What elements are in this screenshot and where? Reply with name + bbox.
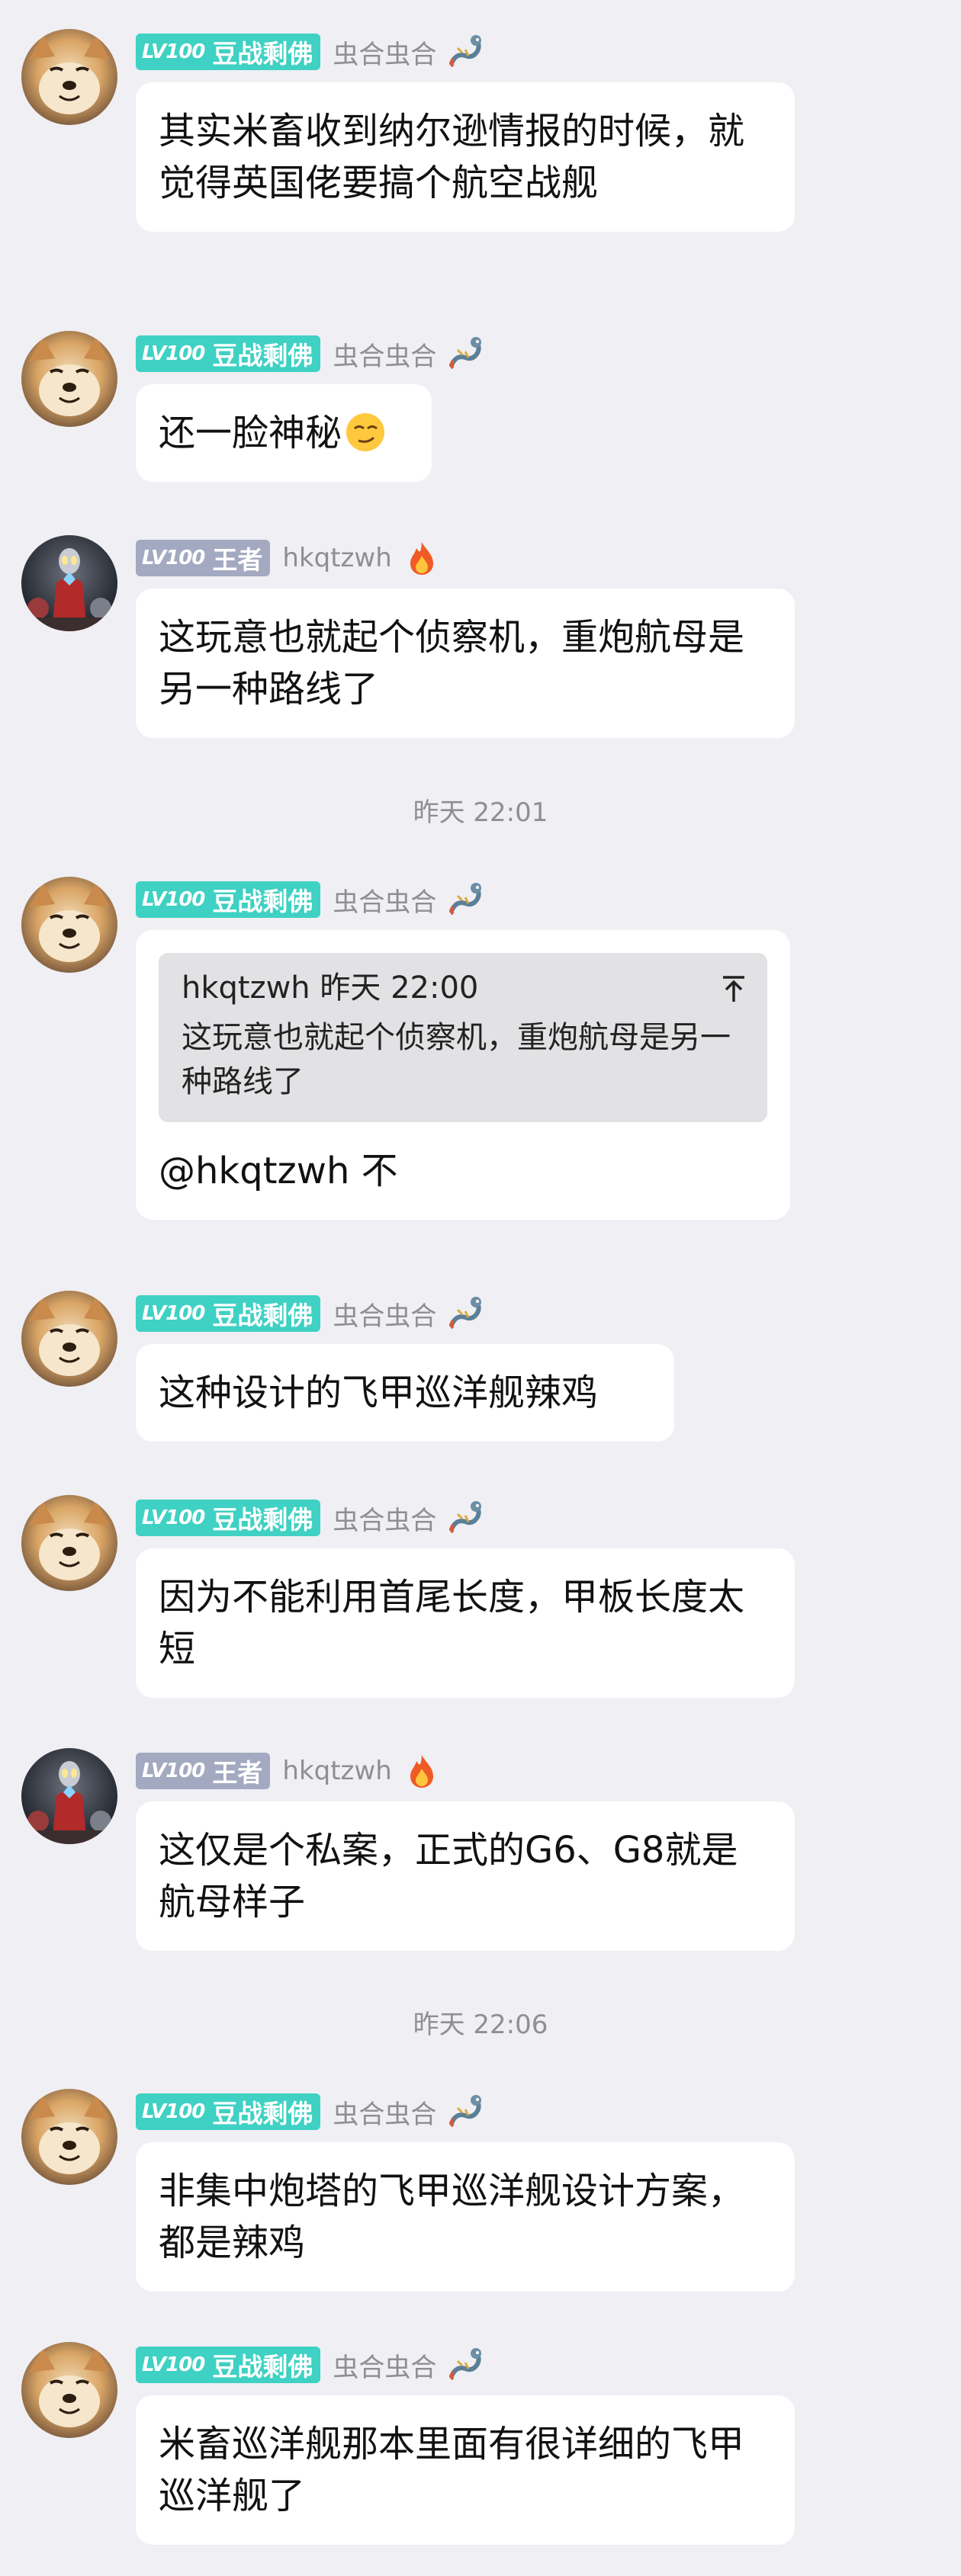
member-title: 王者 — [212, 545, 263, 575]
member-title: 豆战剩佛 — [212, 39, 313, 69]
message-bubble[interactable]: 米畜巡洋舰那本里面有很详细的飞甲巡洋舰了 — [136, 2395, 795, 2545]
sender-nickname[interactable]: 虫合虫合 — [333, 34, 436, 71]
message-bubble[interactable]: 因为不能利用首尾长度，甲板长度太短 — [136, 1548, 795, 1698]
level-badge: LV100 豆战剩佛 — [136, 2093, 321, 2130]
member-title: 豆战剩佛 — [212, 1301, 313, 1330]
sender-nickname[interactable]: 虫合虫合 — [333, 335, 436, 373]
message-bubble[interactable]: 还一脸神秘 — [136, 384, 432, 482]
quote-header: hkqtzwh 昨天 22:00 — [182, 967, 744, 1009]
sender-meta: LV100 豆战剩佛 虫合虫合 — [136, 2346, 485, 2384]
dragon-icon — [447, 33, 485, 71]
quote-author: hkqtzwh — [182, 970, 310, 1006]
sender-meta: LV100 豆战剩佛 虫合虫合 — [136, 1294, 485, 1333]
sender-nickname[interactable]: 虫合虫合 — [333, 881, 436, 919]
message-bubble[interactable]: 这玩意也就起个侦察机，重炮航母是另一种路线了 — [136, 589, 795, 738]
timestamp-divider: 昨天 22:06 — [413, 2010, 548, 2040]
sender-meta: LV100 豆战剩佛 虫合虫合 — [136, 881, 485, 919]
sender-nickname[interactable]: 虫合虫合 — [333, 1295, 436, 1333]
avatar[interactable] — [21, 2089, 117, 2185]
scroll-to-quote-icon[interactable] — [720, 973, 747, 1003]
sender-meta: LV100 豆战剩佛 虫合虫合 — [136, 1499, 485, 1537]
level-badge: LV100 豆战剩佛 — [136, 34, 321, 70]
quote-text: 这玩意也就起个侦察机，重炮航母是另一种路线了 — [182, 1020, 731, 1099]
member-title: 豆战剩佛 — [212, 2352, 313, 2382]
message-bubble[interactable]: hkqtzwh 昨天 22:00 这玩意也就起个侦察机，重炮航母是另一种路线了 … — [136, 930, 790, 1220]
dragon-icon — [447, 1499, 485, 1537]
shiba-dog-avatar-icon — [21, 1495, 117, 1591]
message-text: 非集中炮塔的飞甲巡洋舰设计方案，都是辣鸡 — [159, 2170, 745, 2264]
shiba-dog-avatar-icon — [21, 2089, 117, 2185]
member-title: 王者 — [212, 1758, 263, 1788]
dragon-icon — [447, 2093, 485, 2131]
dragon-icon — [447, 1294, 485, 1333]
avatar[interactable] — [21, 2342, 117, 2438]
smirk-emoji-icon — [346, 413, 385, 451]
avatar[interactable] — [21, 1291, 117, 1387]
sender-meta: LV100 豆战剩佛 虫合虫合 — [136, 33, 485, 71]
level-badge: LV100 豆战剩佛 — [136, 881, 321, 918]
message-text: 因为不能利用首尾长度，甲板长度太短 — [159, 1576, 745, 1670]
dragon-icon — [447, 335, 485, 373]
shiba-dog-avatar-icon — [21, 877, 117, 973]
message-bubble[interactable]: 其实米畜收到纳尔逊情报的时候，就觉得英国佬要搞个航空战舰 — [136, 82, 795, 232]
avatar[interactable] — [21, 29, 117, 125]
level-badge: LV100 豆战剩佛 — [136, 1295, 321, 1332]
level-badge: LV100 豆战剩佛 — [136, 335, 321, 372]
level-badge: LV100 豆战剩佛 — [136, 2347, 321, 2383]
flame-icon — [403, 539, 441, 577]
member-title: 豆战剩佛 — [212, 2099, 313, 2128]
shiba-dog-avatar-icon — [21, 29, 117, 125]
avatar[interactable] — [21, 877, 117, 973]
avatar[interactable] — [21, 1495, 117, 1591]
avatar[interactable] — [21, 535, 117, 631]
ultraman-avatar-icon — [21, 535, 117, 631]
member-title: 豆战剩佛 — [212, 887, 313, 916]
sender-nickname[interactable]: 虫合虫合 — [333, 1500, 436, 1537]
shiba-dog-avatar-icon — [21, 2342, 117, 2438]
message-text: 米畜巡洋舰那本里面有很详细的飞甲巡洋舰了 — [159, 2423, 745, 2517]
sender-meta: LV100 豆战剩佛 虫合虫合 — [136, 335, 485, 373]
dragon-icon — [447, 881, 485, 919]
message-bubble[interactable]: 非集中炮塔的飞甲巡洋舰设计方案，都是辣鸡 — [136, 2142, 795, 2292]
ultraman-avatar-icon — [21, 1748, 117, 1844]
level-badge: LV100 王者 — [136, 1753, 271, 1789]
shiba-dog-avatar-icon — [21, 1291, 117, 1387]
member-title: 豆战剩佛 — [212, 341, 313, 371]
shiba-dog-avatar-icon — [21, 331, 117, 427]
sender-meta: LV100 王者 hkqtzwh — [136, 1752, 441, 1790]
avatar[interactable] — [21, 331, 117, 427]
message-text: @hkqtzwh 不 — [159, 1150, 398, 1192]
quote-time: 昨天 22:00 — [320, 970, 479, 1006]
sender-nickname[interactable]: 虫合虫合 — [333, 2093, 436, 2131]
dragon-icon — [447, 2346, 485, 2384]
message-text: 这仅是个私案，正式的G6、G8就是航母样子 — [159, 1829, 738, 1923]
member-title: 豆战剩佛 — [212, 1505, 313, 1535]
sender-nickname[interactable]: 虫合虫合 — [333, 2347, 436, 2384]
message-text: 这玩意也就起个侦察机，重炮航母是另一种路线了 — [159, 616, 745, 711]
sender-meta: LV100 王者 hkqtzwh — [136, 539, 441, 577]
avatar[interactable] — [21, 1748, 117, 1844]
message-text: 其实米畜收到纳尔逊情报的时候，就觉得英国佬要搞个航空战舰 — [159, 110, 745, 204]
message-bubble[interactable]: 这仅是个私案，正式的G6、G8就是航母样子 — [136, 1801, 795, 1951]
message-bubble[interactable]: 这种设计的飞甲巡洋舰辣鸡 — [136, 1344, 674, 1442]
message-text: 这种设计的飞甲巡洋舰辣鸡 — [159, 1371, 599, 1414]
sender-nickname[interactable]: hkqtzwh — [282, 543, 391, 573]
quoted-message[interactable]: hkqtzwh 昨天 22:00 这玩意也就起个侦察机，重炮航母是另一种路线了 — [159, 953, 767, 1122]
sender-nickname[interactable]: hkqtzwh — [282, 1756, 391, 1786]
message-text: 还一脸神秘 — [159, 412, 342, 454]
flame-icon — [403, 1752, 441, 1790]
sender-meta: LV100 豆战剩佛 虫合虫合 — [136, 2093, 485, 2131]
level-badge: LV100 王者 — [136, 540, 271, 576]
timestamp-divider: 昨天 22:01 — [413, 797, 548, 828]
level-badge: LV100 豆战剩佛 — [136, 1500, 321, 1536]
